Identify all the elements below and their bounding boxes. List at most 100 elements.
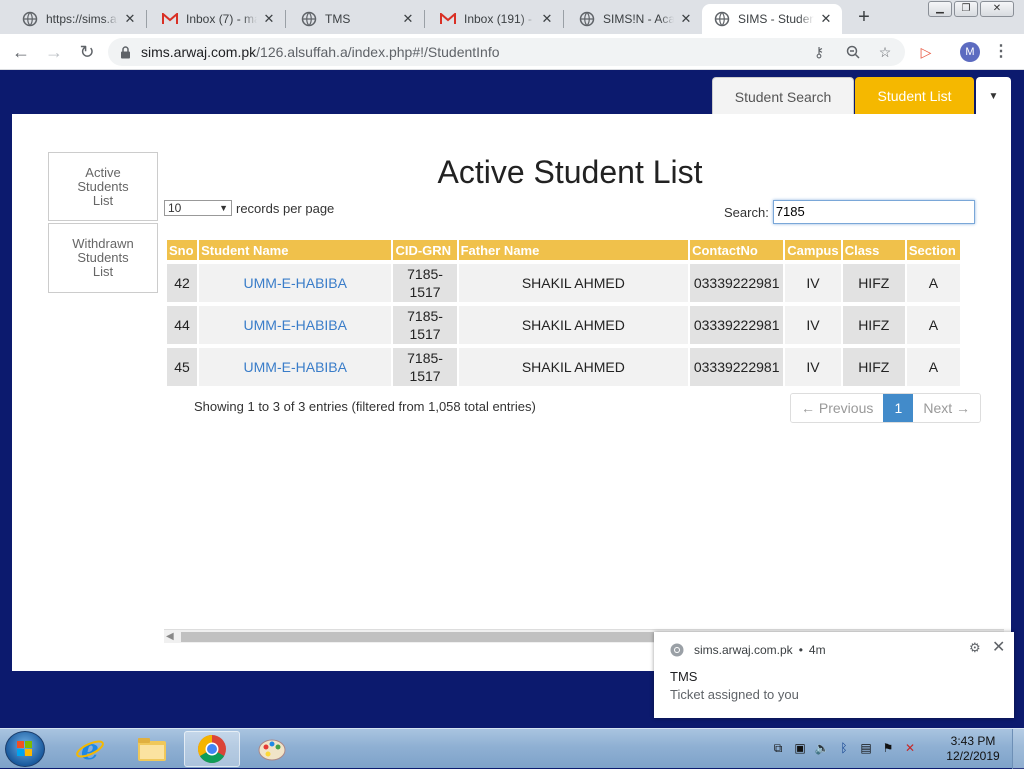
browser-tab[interactable]: https://sims.arwaj ✕ bbox=[0, 4, 146, 34]
tab-title: SIMS - Student bbox=[738, 12, 814, 26]
column-header[interactable]: Student Name bbox=[199, 240, 394, 260]
scroll-left-icon[interactable]: ◀ bbox=[166, 630, 174, 644]
extension-icon[interactable]: ▷ bbox=[915, 41, 937, 63]
close-icon[interactable]: ✕ bbox=[122, 11, 138, 27]
connection-icon[interactable]: ✕ bbox=[902, 740, 918, 756]
tab-student-list[interactable]: Student List bbox=[855, 77, 974, 115]
close-icon[interactable]: ✕ bbox=[678, 11, 694, 27]
cell-contact: 03339222981 bbox=[690, 348, 786, 386]
previous-page-button[interactable]: ← Previous bbox=[791, 394, 884, 422]
column-header[interactable]: CID-GRN bbox=[393, 240, 459, 260]
column-header[interactable]: ContactNo bbox=[690, 240, 786, 260]
taskbar-clock[interactable]: 3:43 PM 12/2/2019 bbox=[940, 734, 1006, 764]
browser-tab[interactable]: TMS ✕ bbox=[279, 4, 424, 34]
cell-sno: 42 bbox=[167, 264, 200, 302]
cell-student-name: UMM-E-HABIBA bbox=[199, 306, 394, 344]
notification-site: sims.arwaj.com.pk bbox=[694, 643, 793, 657]
taskbar-paint[interactable] bbox=[244, 731, 300, 767]
cell-section: A bbox=[906, 264, 962, 302]
page-1-button[interactable]: 1 bbox=[883, 394, 914, 422]
table-row[interactable]: 42 UMM-E-HABIBA 7185-1517 SHAKIL AHMED 0… bbox=[167, 264, 962, 302]
new-tab-button[interactable]: + bbox=[853, 6, 875, 28]
desktop-notification[interactable]: sims.arwaj.com.pk • 4m ⚙ ✕ TMS Ticket as… bbox=[654, 632, 1014, 718]
tab-student-search[interactable]: Student Search bbox=[712, 77, 854, 115]
column-header[interactable]: Section bbox=[906, 240, 962, 260]
close-icon[interactable]: ✕ bbox=[400, 11, 416, 27]
tab-title: SIMS!N - Academic bbox=[603, 12, 674, 26]
show-desktop-button[interactable] bbox=[1012, 729, 1024, 769]
column-header[interactable]: Campus bbox=[785, 240, 843, 260]
url-host: sims.arwaj.com.pk bbox=[141, 44, 257, 60]
browser-tab[interactable]: Inbox (7) - mail ✕ bbox=[140, 4, 285, 34]
zoom-icon[interactable] bbox=[842, 41, 864, 63]
restore-button[interactable]: ❐ bbox=[954, 1, 978, 17]
search-input[interactable]: 7185 bbox=[772, 200, 975, 224]
volume-icon[interactable]: 🔈 bbox=[814, 740, 830, 756]
globe-icon bbox=[301, 11, 317, 27]
bluetooth-icon[interactable]: ᛒ bbox=[836, 740, 852, 756]
student-name-link[interactable]: UMM-E-HABIBA bbox=[244, 275, 347, 291]
column-header[interactable]: Father Name bbox=[458, 240, 691, 260]
forward-arrow-icon[interactable]: → bbox=[42, 40, 66, 64]
address-bar[interactable]: sims.arwaj.com.pk/126.alsuffah.a/index.p… bbox=[108, 38, 905, 66]
gear-icon[interactable]: ⚙ bbox=[969, 640, 981, 656]
url-path: /126.alsuffah.a/index.php#!/StudentInfo bbox=[256, 44, 500, 60]
gmail-icon bbox=[440, 11, 456, 27]
notification-body: Ticket assigned to you bbox=[670, 687, 799, 702]
browser-tab[interactable]: Inbox (191) - mail ✕ bbox=[418, 4, 563, 34]
flag-icon[interactable]: ⚑ bbox=[880, 740, 896, 756]
chrome-icon bbox=[670, 643, 684, 657]
cell-father-name: SHAKIL AHMED bbox=[458, 348, 691, 386]
cell-campus: IV bbox=[785, 264, 843, 302]
network-icon[interactable]: ⧉ bbox=[770, 740, 786, 756]
column-header[interactable]: Sno bbox=[167, 240, 200, 260]
star-icon[interactable]: ☆ bbox=[874, 41, 896, 63]
taskbar-explorer[interactable] bbox=[124, 731, 180, 767]
folder-icon bbox=[138, 738, 166, 761]
cell-section: A bbox=[906, 348, 962, 386]
notification-age: 4m bbox=[808, 643, 826, 657]
tab-dropdown-caret-icon[interactable]: ▼ bbox=[976, 77, 1011, 115]
cell-contact: 03339222981 bbox=[690, 306, 786, 344]
lock-icon bbox=[120, 45, 132, 59]
window-controls: ▁ ❐ ✕ bbox=[928, 1, 1014, 17]
cell-cid-grn: 7185-1517 bbox=[393, 264, 459, 302]
browser-tab[interactable]: SIMS!N - Academic ✕ bbox=[557, 4, 702, 34]
close-icon[interactable]: ✕ bbox=[818, 11, 834, 27]
sidebar-item-withdrawn-students[interactable]: Withdrawn Students List bbox=[48, 223, 158, 293]
cell-sno: 44 bbox=[167, 306, 200, 344]
student-name-link[interactable]: UMM-E-HABIBA bbox=[244, 359, 347, 375]
browser-tab-active[interactable]: SIMS - Student ✕ bbox=[702, 4, 842, 34]
close-icon[interactable]: ✕ bbox=[539, 11, 555, 27]
window-close-button[interactable]: ✕ bbox=[980, 1, 1014, 17]
minimize-button[interactable]: ▁ bbox=[928, 1, 952, 17]
cell-sno: 45 bbox=[167, 348, 200, 386]
profile-avatar[interactable]: M bbox=[960, 42, 980, 62]
sidebar-item-active-students[interactable]: Active Students List bbox=[48, 152, 158, 221]
display-icon[interactable]: ▤ bbox=[858, 740, 874, 756]
page-content: Student Search Student List ▼ Active Stu… bbox=[0, 71, 1024, 728]
close-icon[interactable]: ✕ bbox=[992, 637, 1005, 657]
system-tray: ⧉ ▣ 🔈 ᛒ ▤ ⚑ ✕ bbox=[770, 740, 918, 756]
clock-time: 3:43 PM bbox=[950, 734, 996, 748]
records-per-page-select[interactable]: 10 ▼ bbox=[164, 200, 232, 216]
menu-dots-icon[interactable]: ⋮ bbox=[993, 41, 1009, 63]
table-row[interactable]: 44 UMM-E-HABIBA 7185-1517 SHAKIL AHMED 0… bbox=[167, 306, 962, 344]
reload-icon[interactable]: ↻ bbox=[75, 40, 99, 64]
onenote-icon[interactable]: ▣ bbox=[792, 740, 808, 756]
cell-campus: IV bbox=[785, 306, 843, 344]
student-name-link[interactable]: UMM-E-HABIBA bbox=[244, 317, 347, 333]
windows-logo-icon bbox=[17, 741, 32, 756]
search-label: Search: bbox=[724, 204, 769, 220]
key-icon[interactable]: ⚷ bbox=[808, 41, 830, 63]
taskbar-ie[interactable]: e bbox=[62, 731, 118, 767]
taskbar-chrome[interactable] bbox=[184, 731, 240, 767]
table-row[interactable]: 45 UMM-E-HABIBA 7185-1517 SHAKIL AHMED 0… bbox=[167, 348, 962, 386]
browser-tab-strip: https://sims.arwaj ✕ Inbox (7) - mail ✕ … bbox=[0, 0, 1024, 34]
svg-text:e: e bbox=[81, 734, 99, 764]
back-arrow-icon[interactable]: ← bbox=[9, 40, 33, 64]
next-page-button[interactable]: Next → bbox=[913, 394, 981, 422]
column-header[interactable]: Class bbox=[842, 240, 907, 260]
close-icon[interactable]: ✕ bbox=[261, 11, 277, 27]
start-button[interactable] bbox=[5, 731, 45, 767]
